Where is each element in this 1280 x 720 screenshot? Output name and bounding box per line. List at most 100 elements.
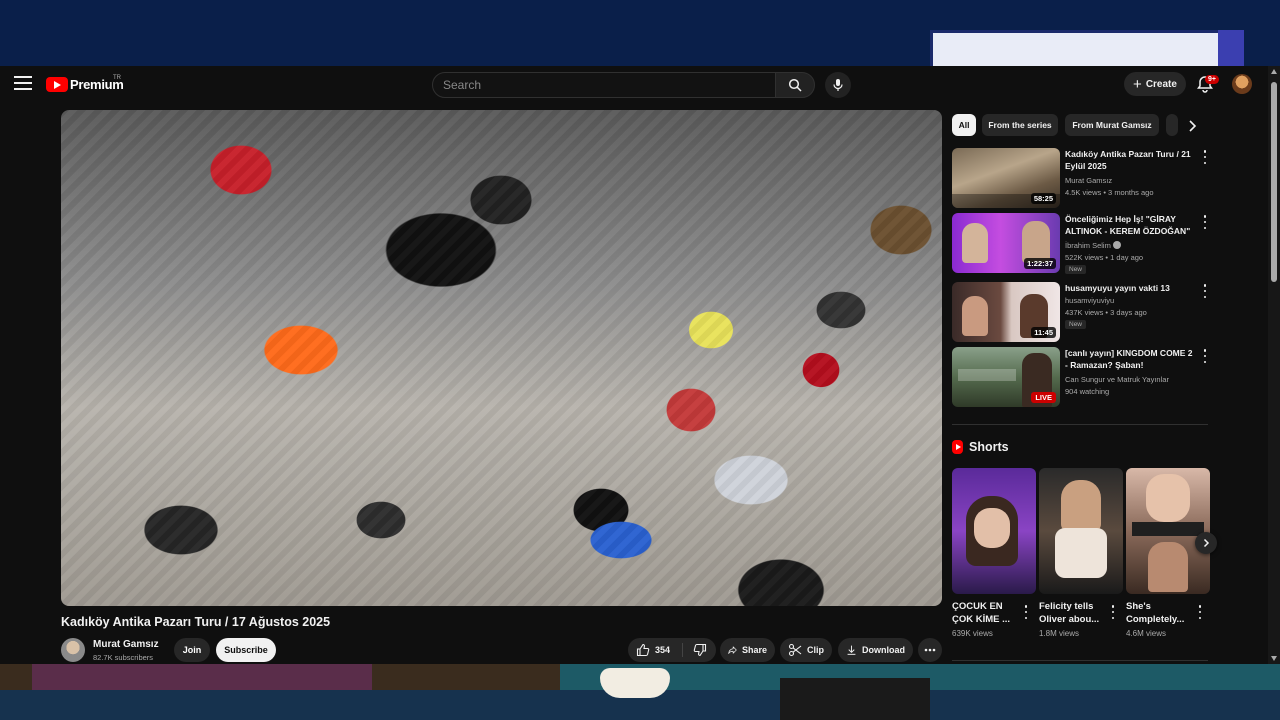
subscriber-count: 82.7K subscribers [93,653,154,662]
country-code: TR [113,75,121,81]
recommendation-meta: 522K views • 1 day ago [1065,253,1144,262]
section-divider [952,660,1208,661]
recommendation-channel: Can Sungur ve Matruk Yayınlar [1065,375,1169,384]
duration-badge: 58:25 [1030,193,1056,204]
more-options-icon[interactable] [1110,605,1116,619]
microphone-icon [833,79,843,91]
recommendation-channel: husamviyuviyu [1065,296,1115,305]
chevron-right-icon [1203,538,1210,548]
scroll-up-arrow-icon[interactable] [1271,69,1277,74]
recommendation-meta: 904 watching [1065,387,1110,396]
create-button[interactable]: + Create [1124,72,1186,96]
desktop-background-bottom [0,664,1280,720]
subscribe-button[interactable]: Subscribe [216,638,276,662]
account-avatar[interactable] [1232,74,1252,94]
channel-avatar[interactable] [61,638,85,662]
video-owner-row: Murat Gamsız 82.7K subscribers Join Subs… [61,636,621,664]
chip-all[interactable]: All [952,114,976,136]
scissors-icon [788,643,802,657]
short-thumbnail [952,468,1036,594]
scrollbar-thumb[interactable] [1271,82,1277,282]
voice-search-button[interactable] [825,72,851,98]
more-options-icon[interactable] [1202,284,1208,298]
short-item[interactable]: She's Completely... 4.6M views [1126,468,1210,638]
recommendation-title: husamyuyu yayın vakti 13 [1065,283,1170,293]
share-label: Share [741,645,767,655]
like-count: 354 [655,645,671,655]
recommendation-channel: Murat Gamsız [1065,176,1113,185]
desktop-window-decoration [930,30,1244,66]
verified-badge-icon [1112,241,1121,249]
more-options-icon[interactable] [1202,150,1208,164]
short-views: 4.6M views [1126,629,1167,638]
page-scrollbar[interactable] [1268,66,1280,664]
more-options-icon[interactable] [1023,605,1029,619]
like-button[interactable]: 354 [628,638,682,662]
live-badge: LIVE [1031,392,1056,403]
recommendation-channel: İbrahim Selim [1065,241,1121,250]
more-options-icon[interactable] [1202,349,1208,363]
more-options-icon[interactable] [1202,215,1208,229]
recommendation-item[interactable]: LIVE [canlı yayın] KINGDOM COME 2 - Rama… [952,347,1208,407]
dislike-button[interactable] [683,638,716,662]
join-button[interactable]: Join [174,638,210,662]
duration-badge: 11:45 [1031,327,1056,338]
related-filter-chips: All From the series From Murat Gamsız [952,114,1208,136]
masthead: Premium TR + Create 9+ [0,66,1268,102]
short-title: She's Completely... [1126,601,1185,625]
chevron-right-icon[interactable] [1184,118,1200,134]
search-input[interactable] [433,73,775,97]
search-box [432,72,776,98]
channel-name[interactable]: Murat Gamsız [93,639,159,650]
shorts-heading: Shorts [969,440,1009,454]
youtube-watch-page: Premium TR + Create 9+ Kadıköy Antika Pa… [0,66,1280,664]
short-views: 639K views [952,629,993,638]
duration-badge: 1:22:37 [1024,258,1056,269]
download-label: Download [862,645,905,655]
notification-badge: 9+ [1205,75,1219,84]
recommendation-title: [canlı yayın] KINGDOM COME 2 - Ramazan? … [1065,348,1193,370]
channel-name: İbrahim Selim [1065,241,1111,250]
chip-from-the-series[interactable]: From the series [982,114,1058,136]
recommendation-item[interactable]: 11:45 husamyuyu yayın vakti 13 husamviyu… [952,282,1208,342]
more-options-icon[interactable] [1197,605,1203,619]
share-button[interactable]: Share [720,638,775,662]
recommendation-meta: 437K views • 3 days ago [1065,308,1147,317]
recommendation-title: Önceliğimiz Hep İş! "GİRAY ALTINOK - KER… [1065,214,1191,236]
youtube-play-icon [46,76,68,92]
video-frame [61,110,942,606]
new-badge: New [1065,320,1087,329]
more-actions-button[interactable] [918,638,942,662]
hamburger-menu-icon[interactable] [14,76,32,92]
short-item[interactable]: Felicity tells Oliver abou... 1.8M views [1039,468,1123,638]
plus-icon: + [1133,75,1142,93]
short-title: Felicity tells Oliver abou... [1039,601,1100,625]
search-button[interactable] [775,72,815,98]
like-dislike-group: 354 [628,638,716,662]
video-thumbnail: LIVE [952,347,1060,407]
youtube-premium-logo[interactable]: Premium [46,76,124,92]
clip-label: Clip [807,645,824,655]
chip-overflow[interactable] [1166,114,1178,136]
download-button[interactable]: Download [838,638,913,662]
scroll-down-arrow-icon[interactable] [1271,656,1277,661]
short-views: 1.8M views [1039,629,1080,638]
download-icon [847,645,856,655]
video-thumbnail: 1:22:37 [952,213,1060,273]
share-arrow-icon [728,646,737,654]
shorts-header: Shorts [952,438,1009,456]
short-thumbnail [1126,468,1210,594]
search-icon [788,78,802,92]
video-title: Kadıköy Antika Pazarı Turu / 17 Ağustos … [61,615,331,629]
thumbs-up-icon [636,643,650,657]
new-badge: New [1065,265,1087,274]
video-player[interactable] [61,110,942,606]
recommendation-item[interactable]: 1:22:37 Önceliğimiz Hep İş! "GİRAY ALTIN… [952,213,1208,274]
clip-button[interactable]: Clip [780,638,832,662]
chip-from-channel[interactable]: From Murat Gamsız [1065,114,1159,136]
video-thumbnail: 58:25 [952,148,1060,208]
recommendation-item[interactable]: 58:25 Kadıköy Antika Pazarı Turu / 21 Ey… [952,148,1208,208]
short-item[interactable]: ÇOCUK EN ÇOK KİME ... 639K views [952,468,1036,638]
recommendation-title: Kadıköy Antika Pazarı Turu / 21 Eylül 20… [1065,149,1191,171]
shorts-next-button[interactable] [1195,532,1217,554]
